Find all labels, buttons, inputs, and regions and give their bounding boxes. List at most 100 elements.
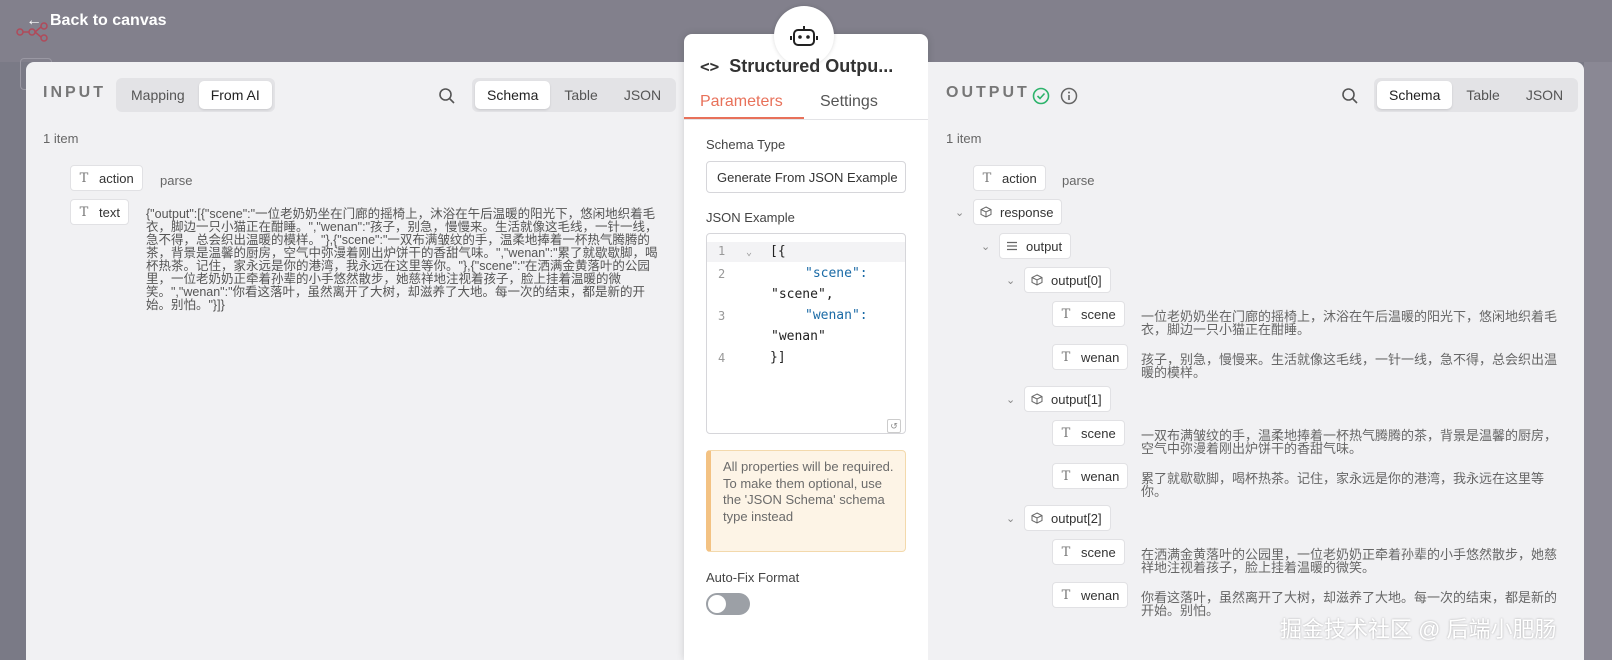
tab-json[interactable]: JSON: [1514, 81, 1575, 109]
text-type-icon: T: [1061, 544, 1071, 560]
input-panel: [26, 62, 686, 660]
fold-chevron-icon[interactable]: ⌄: [746, 247, 752, 258]
tab-schema[interactable]: Schema: [475, 81, 551, 109]
chevron-down-icon[interactable]: ⌄: [1006, 393, 1015, 406]
tab-mapping[interactable]: Mapping: [119, 81, 197, 109]
code-line: [{: [770, 244, 786, 259]
back-to-canvas-label: Back to canvas: [50, 12, 167, 29]
text-type-icon: T: [982, 170, 992, 186]
json-example-label: JSON Example: [706, 210, 795, 225]
arrow-left-icon: ←: [26, 12, 42, 29]
chevron-down-icon[interactable]: ⌄: [981, 240, 990, 253]
chevron-down-icon[interactable]: ⌄: [1006, 512, 1015, 525]
text-type-icon: T: [79, 170, 89, 186]
search-icon[interactable]: [1341, 87, 1359, 105]
field-value-text: {"output":[{"scene":"一位老奶奶坐在门廊的摇椅上，沐浴在午后…: [146, 207, 658, 312]
field-chip-wenan[interactable]: T wenan: [1052, 463, 1129, 489]
field-key: output: [1026, 238, 1063, 254]
field-chip-output-2[interactable]: output[2]: [1024, 505, 1111, 531]
tabs-divider: [684, 119, 928, 120]
object-type-icon: [980, 206, 992, 218]
toggle-knob: [708, 595, 726, 613]
success-check-icon: [1032, 87, 1050, 105]
code-line: }]: [770, 350, 786, 365]
field-key: response: [1000, 204, 1054, 220]
autofix-toggle[interactable]: [706, 593, 750, 615]
input-title: INPUT: [43, 84, 106, 101]
node-title-text: Structured Outpu...: [729, 56, 894, 76]
field-chip-text[interactable]: T text: [70, 199, 129, 225]
field-chip-scene[interactable]: T scene: [1052, 420, 1125, 446]
code-line: "scene",: [771, 287, 834, 302]
field-value: parse: [1062, 173, 1095, 188]
info-icon[interactable]: [1060, 87, 1078, 105]
input-view-toggle: Schema Table JSON: [472, 78, 677, 112]
resize-handle-icon[interactable]: ↺: [887, 419, 901, 433]
watermark: 掘金技术社区 @ 后端小肥肠: [1280, 617, 1557, 642]
field-key: text: [99, 204, 120, 220]
field-key: action: [1002, 170, 1037, 186]
field-key: output[0]: [1051, 272, 1102, 288]
field-value: 一位老奶奶坐在门廊的摇椅上，沐浴在午后温暖的阳光下，悠闲地织着毛衣，脚边一只小猫…: [1141, 309, 1558, 337]
line-number: 4: [718, 351, 726, 365]
text-type-icon: T: [1061, 425, 1071, 441]
field-chip-wenan[interactable]: T wenan: [1052, 344, 1129, 370]
line-number: 2: [718, 267, 726, 281]
schema-type-select[interactable]: Generate From JSON Example: [706, 161, 906, 193]
object-type-icon: [1031, 274, 1043, 286]
text-type-icon: T: [1061, 306, 1071, 322]
notice-callout: All properties will be required. To make…: [706, 450, 906, 552]
field-chip-output[interactable]: output: [999, 233, 1072, 259]
output-view-toggle: Schema Table JSON: [1374, 78, 1579, 112]
field-chip-scene[interactable]: T scene: [1052, 539, 1125, 565]
object-type-icon: [1031, 512, 1043, 524]
text-type-icon: T: [1061, 349, 1071, 365]
field-chip-scene[interactable]: T scene: [1052, 301, 1125, 327]
tab-table[interactable]: Table: [552, 81, 609, 109]
field-chip-output-0[interactable]: output[0]: [1024, 267, 1111, 293]
field-chip-output-1[interactable]: output[1]: [1024, 386, 1111, 412]
field-chip-action[interactable]: T action: [70, 165, 143, 191]
tab-settings[interactable]: Settings: [820, 93, 878, 111]
field-chip-action[interactable]: T action: [973, 165, 1046, 191]
field-key: wenan: [1081, 349, 1120, 365]
text-type-icon: T: [79, 204, 89, 220]
output-item-count: 1 item: [946, 131, 982, 146]
tab-json[interactable]: JSON: [612, 81, 673, 109]
node-title: <> Structured Outpu...: [700, 56, 893, 77]
field-key: scene: [1081, 544, 1116, 560]
tab-from-ai[interactable]: From AI: [198, 81, 272, 109]
field-key: action: [99, 170, 134, 186]
schema-type-label: Schema Type: [706, 137, 786, 152]
field-key: wenan: [1081, 468, 1120, 484]
text-type-icon: T: [1061, 587, 1071, 603]
tab-table[interactable]: Table: [1454, 81, 1511, 109]
field-key: output[1]: [1051, 391, 1102, 407]
line-number: 3: [718, 309, 726, 323]
field-value: 孩子，别急，慢慢来。生活就像这毛线，一针一线，急不得，总会织出温暖的模样。: [1141, 352, 1558, 380]
field-key: wenan: [1081, 587, 1120, 603]
field-key: scene: [1081, 425, 1116, 441]
code-line: "wenan": [771, 329, 826, 344]
input-item-count: 1 item: [43, 131, 79, 146]
field-value: parse: [160, 173, 193, 188]
search-icon[interactable]: [438, 87, 456, 105]
code-line: "scene":: [805, 266, 868, 281]
chevron-down-icon[interactable]: ⌄: [955, 206, 964, 219]
chevron-down-icon[interactable]: ⌄: [1006, 274, 1015, 287]
field-value: 累了就歇歇脚，喝杯热茶。记住，家永远是你的港湾，我永远在这里等你。: [1141, 471, 1545, 499]
autofix-label: Auto-Fix Format: [706, 570, 800, 585]
field-value: 一双布满皱纹的手，温柔地捧着一杯热气腾腾的茶，背景是温馨的厨房，空气中弥漫着刚出…: [1141, 428, 1558, 456]
active-tab-indicator: [684, 117, 804, 119]
line-number: 1: [718, 244, 726, 258]
field-key: output[2]: [1051, 510, 1102, 526]
tab-schema[interactable]: Schema: [1377, 81, 1453, 109]
object-type-icon: [1031, 393, 1043, 405]
field-chip-wenan[interactable]: T wenan: [1052, 582, 1129, 608]
canvas-edge: [1584, 62, 1612, 660]
back-to-canvas-link[interactable]: ← Back to canvas: [26, 12, 167, 30]
input-mode-toggle: Mapping From AI: [116, 78, 275, 112]
field-chip-response[interactable]: response: [973, 199, 1063, 225]
active-line-highlight: [707, 242, 905, 262]
tab-parameters[interactable]: Parameters: [700, 93, 783, 111]
